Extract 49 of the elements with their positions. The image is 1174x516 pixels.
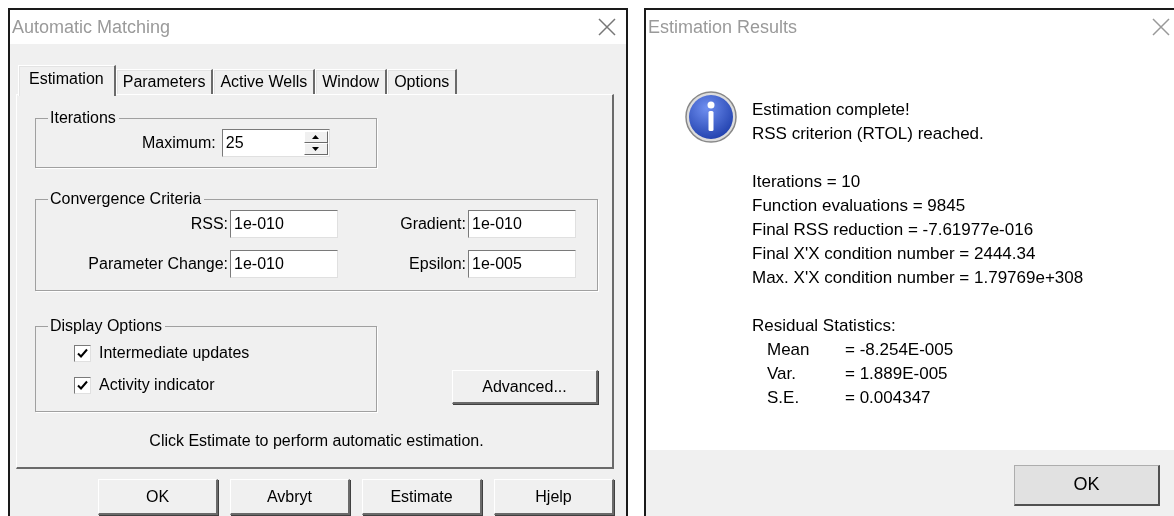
stat-text: Final X'X condition number = 2444.34 (752, 243, 1037, 265)
input-field[interactable]: 1e-010 (468, 210, 576, 238)
group-title: Display Options (49, 317, 164, 335)
dialog-button[interactable]: Estimate (362, 479, 482, 515)
ok-button[interactable]: OK (1014, 464, 1160, 506)
input-field[interactable]: 1e-010 (230, 250, 338, 278)
field-label: Maximum: (142, 134, 216, 152)
message-text: Estimation complete! (752, 99, 911, 121)
close-icon[interactable] (1152, 18, 1170, 36)
field-label: Gradient: (399, 215, 466, 233)
advanced-button[interactable]: Advanced... (452, 370, 598, 404)
section-heading: Residual Statistics: (752, 315, 897, 337)
field-label: Epsilon: (408, 255, 466, 273)
stat-value: = -8.254E-005 (845, 339, 955, 361)
checkbox-label: Activity indicator (99, 376, 215, 394)
hint-text: Click Estimate to perform automatic estimation. (149, 432, 484, 450)
window-title: Estimation Results (648, 16, 798, 38)
stat-text: Iterations = 10 (752, 171, 862, 193)
tab[interactable]: Active Wells (213, 69, 316, 94)
stat-value: = 0.004347 (845, 387, 932, 409)
window-title: Automatic Matching (12, 16, 171, 38)
stat-value: = 1.889E-005 (845, 363, 949, 385)
stat-label: Var. (767, 363, 797, 385)
field-label: RSS: (189, 215, 228, 233)
input-field[interactable]: 1e-005 (468, 250, 576, 278)
stat-label: S.E. (767, 387, 801, 409)
tab[interactable]: Window (315, 69, 388, 94)
info-icon (684, 90, 738, 144)
group-title: Iterations (49, 109, 117, 127)
message-text: RSS criterion (RTOL) reached. (752, 123, 985, 145)
stat-text: Function evaluations = 9845 (752, 195, 967, 217)
tab[interactable]: Options (387, 69, 458, 94)
input-field[interactable]: 1e-010 (230, 210, 338, 238)
stat-text: Final RSS reduction = -7.61977e-016 (752, 219, 1035, 241)
checkbox[interactable] (74, 376, 91, 394)
group-title: Convergence Criteria (49, 190, 203, 208)
dialog-button[interactable]: Avbryt (230, 479, 350, 515)
tab[interactable]: Estimation (18, 65, 116, 96)
checkmark-icon (77, 347, 88, 359)
field-label: Parameter Change: (87, 255, 228, 273)
checkmark-icon (77, 379, 88, 391)
checkbox[interactable] (74, 344, 91, 362)
dialog-button[interactable]: OK (98, 479, 218, 515)
stat-text: Max. X'X condition number = 1.79769e+308 (752, 267, 1084, 289)
dialog-button[interactable]: Hjelp (494, 479, 614, 515)
close-icon[interactable] (598, 18, 616, 36)
tab[interactable]: Parameters (115, 69, 214, 94)
checkbox-label: Intermediate updates (99, 344, 250, 362)
stat-label: Mean (767, 339, 811, 361)
